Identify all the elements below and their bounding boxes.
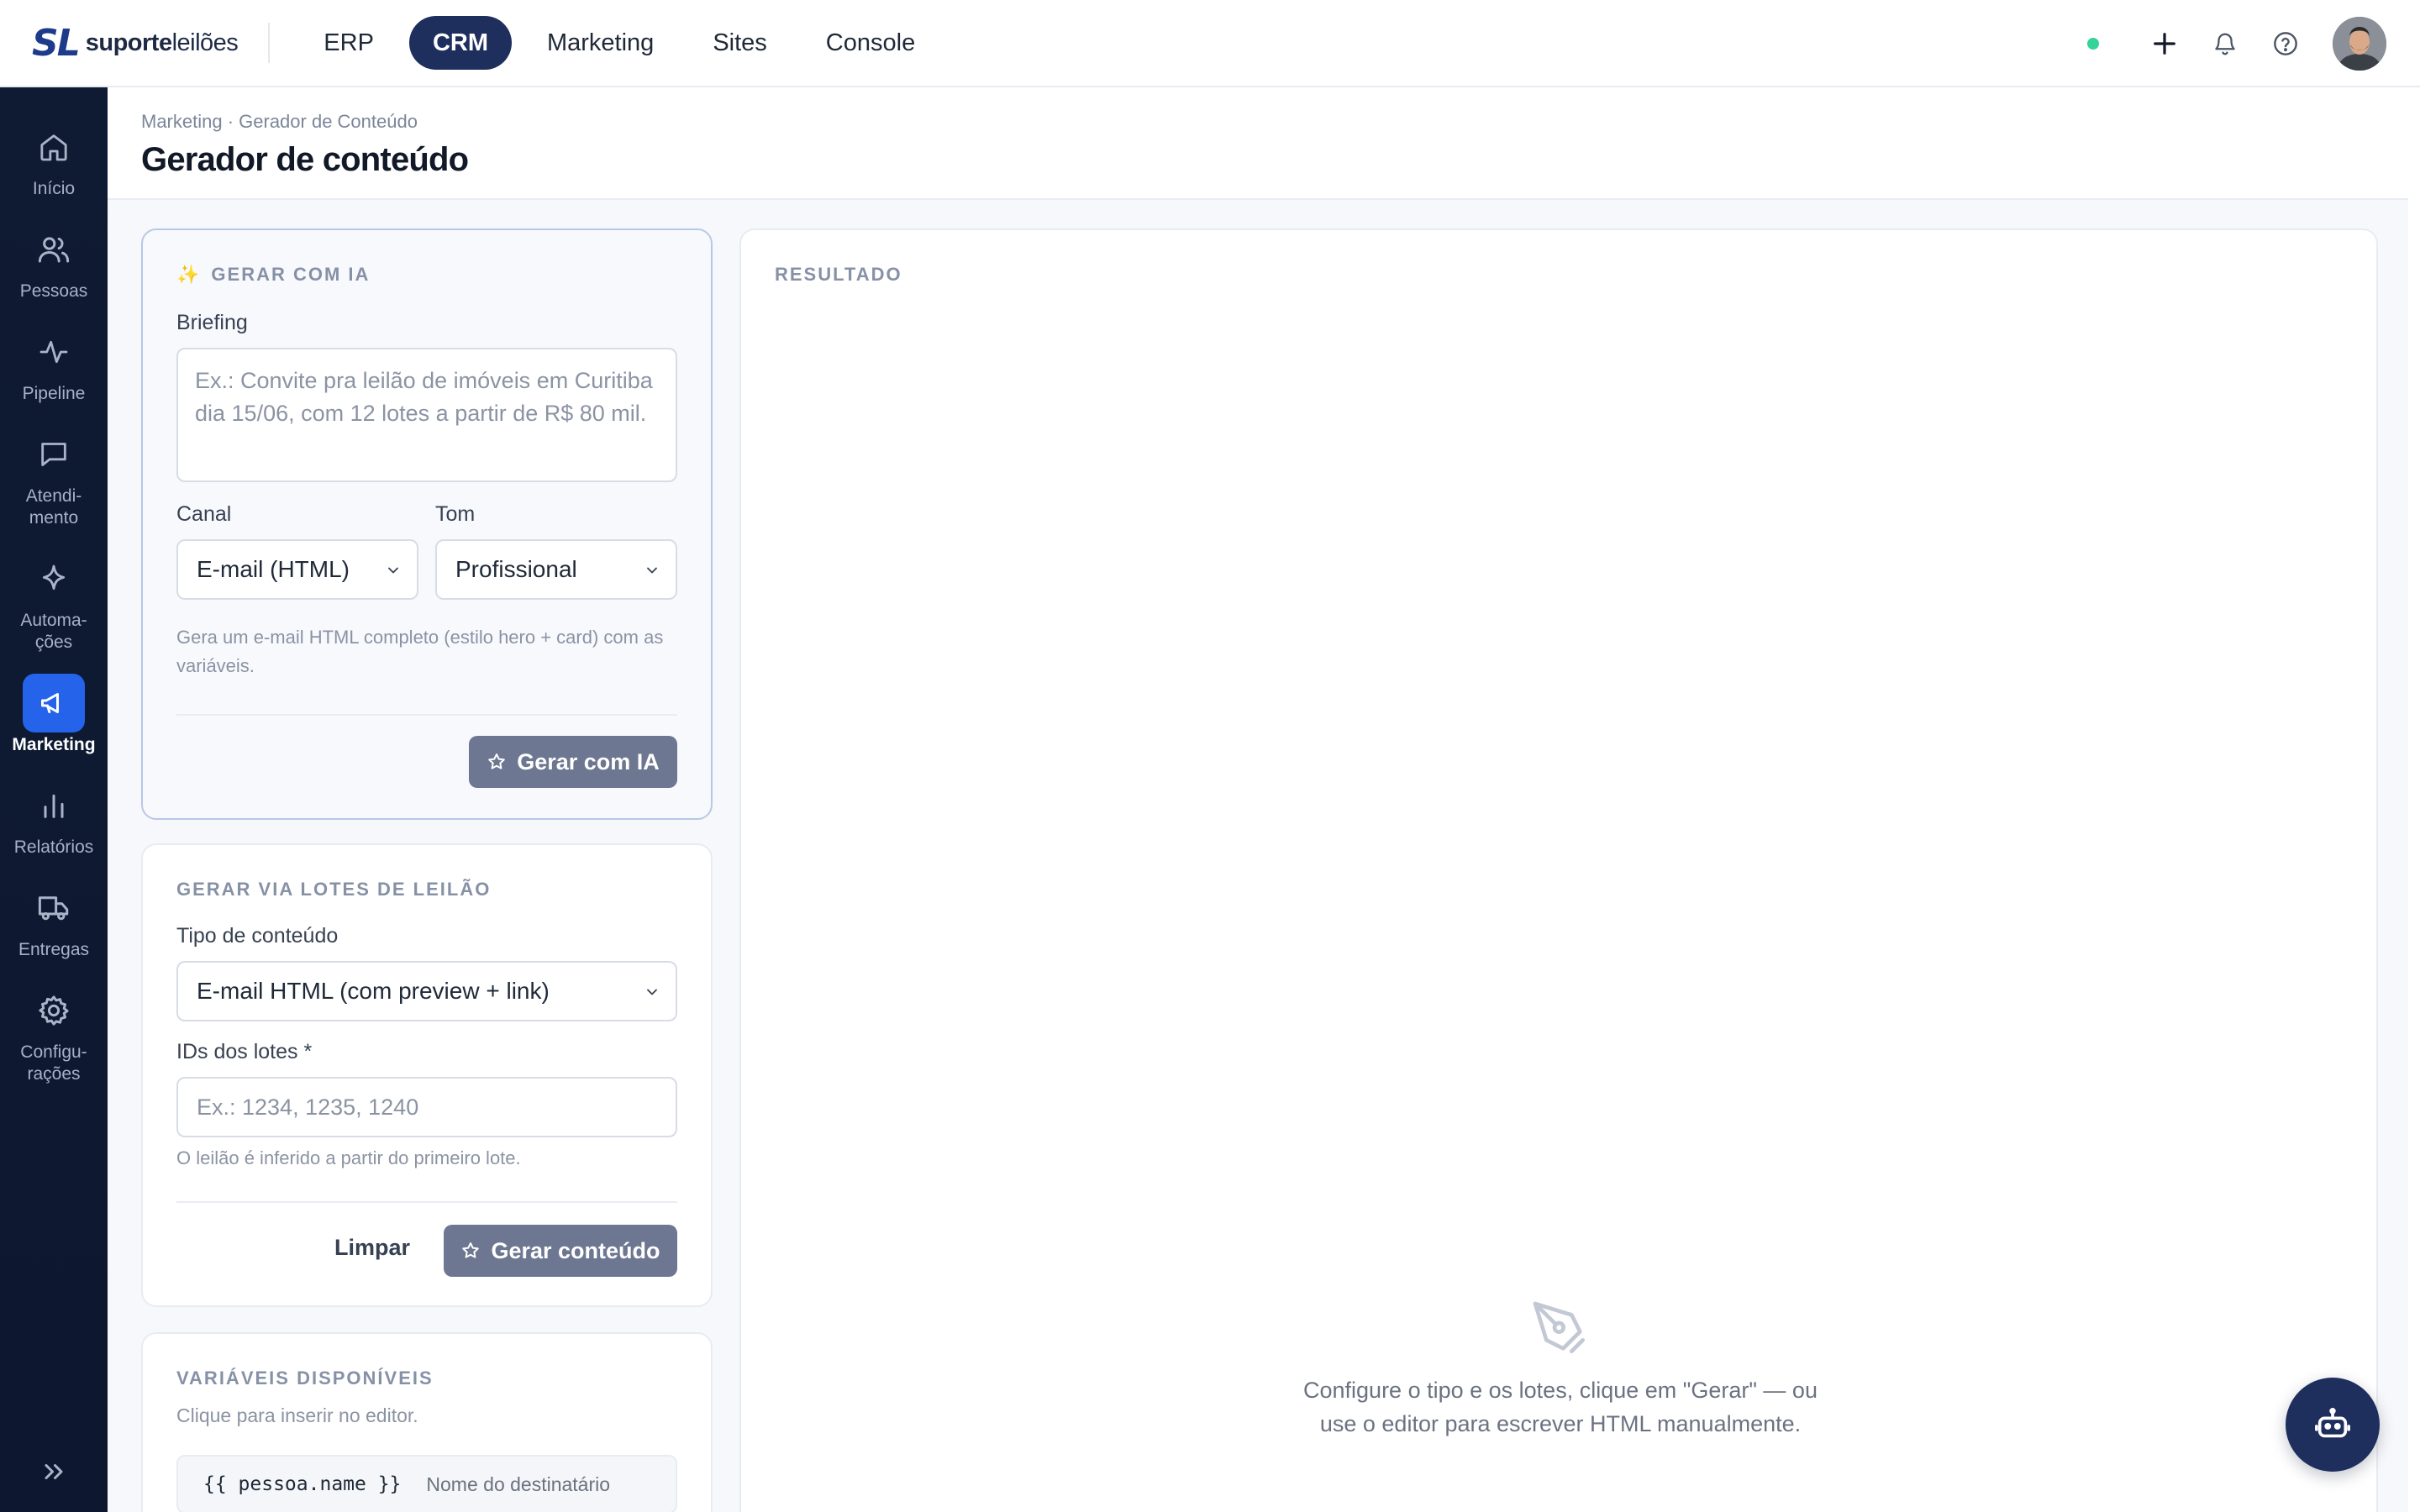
sparkles-icon: ✨ — [176, 264, 202, 285]
top-nav: ERP CRM Marketing Sites Console — [300, 16, 939, 70]
top-divider — [268, 23, 271, 63]
lots-hint: O leilão é inferido a partir do primeiro… — [176, 1147, 521, 1168]
content-type-select[interactable]: E-mail HTML (com preview + link) — [176, 961, 677, 1021]
top-actions — [2087, 0, 2386, 87]
sidebar-item-atendimento[interactable]: Atendi- mento — [0, 425, 108, 529]
sidebar-label: Configu- rações — [20, 1042, 87, 1084]
sparkle-icon — [23, 549, 85, 608]
logo-text: suporteleilões — [85, 29, 239, 56]
tone-label: Tom — [435, 502, 476, 526]
channel-value: E-mail (HTML) — [197, 556, 350, 582]
nav-console[interactable]: Console — [802, 16, 939, 70]
nav-marketing[interactable]: Marketing — [523, 16, 677, 70]
page-header: Marketing · Gerador de Conteúdo Gerador … — [108, 87, 2420, 200]
tone-select[interactable]: Profissional — [435, 539, 677, 600]
sidebar-item-inicio[interactable]: Início — [0, 118, 108, 200]
generate-content-button[interactable]: Gerar conteúdo — [444, 1225, 677, 1277]
assistant-bot-button[interactable] — [2286, 1378, 2380, 1472]
sidebar-item-entregas[interactable]: Entregas — [0, 879, 108, 961]
home-icon — [23, 118, 85, 176]
ai-hint: Gera um e-mail HTML completo (estilo her… — [176, 627, 664, 676]
sidebar-label: Relatórios — [13, 837, 94, 857]
sidebar-label: Atendi- mento — [25, 486, 82, 528]
expand-sidebar-icon[interactable] — [39, 1457, 69, 1487]
content-type-label: Tipo de conteúdo — [176, 924, 339, 948]
variables-subtitle: Clique para inserir no editor. — [176, 1404, 418, 1426]
sidebar-label: Pessoas — [19, 281, 88, 301]
bar-chart-icon — [23, 776, 85, 835]
generate-ai-button[interactable]: Gerar com IA — [469, 736, 677, 788]
channel-label: Canal — [176, 502, 232, 526]
breadcrumb: Marketing · Gerador de Conteúdo — [141, 111, 418, 132]
sidebar-item-relatorios[interactable]: Relatórios — [0, 776, 108, 858]
nav-sites[interactable]: Sites — [689, 16, 790, 70]
sidebar-item-automacoes[interactable]: Automa- ções — [0, 549, 108, 654]
sidebar-item-pipeline[interactable]: Pipeline — [0, 323, 108, 405]
pen-tool-icon — [1533, 1301, 1585, 1353]
variable-row[interactable]: {{ pessoa.name }} Nome do destinatário — [176, 1455, 677, 1512]
truck-icon — [23, 879, 85, 937]
result-panel: RESULTADO Configure o tipo e os lotes, c… — [739, 228, 2378, 1512]
nav-erp[interactable]: ERP — [300, 16, 397, 70]
lots-card-divider — [176, 1201, 677, 1203]
empty-state-line-2: use o editor para escrever HTML manualme… — [1319, 1411, 1802, 1436]
ai-generate-card: ✨ GERAR COM IA Briefing Canal E-mail (HT… — [141, 228, 713, 820]
variable-code: {{ pessoa.name }} — [203, 1473, 402, 1495]
star-icon — [488, 753, 506, 769]
lots-generate-card: GERAR VIA LOTES DE LEILÃO Tipo de conteú… — [141, 843, 713, 1307]
briefing-textarea[interactable] — [176, 348, 677, 482]
sidebar: Início Pessoas Pipeline Atendi- mento Au… — [0, 87, 108, 1512]
page-title: Gerador de conteúdo — [141, 141, 469, 178]
logo-mark: SL — [32, 21, 81, 65]
chevron-down-icon — [647, 989, 657, 995]
lot-ids-input[interactable] — [176, 1077, 677, 1137]
online-status-dot — [2087, 38, 2099, 50]
user-avatar[interactable] — [2333, 17, 2386, 71]
content-type-value: E-mail HTML (com preview + link) — [197, 978, 550, 1004]
sidebar-label: Automa- ções — [20, 611, 87, 652]
gear-icon — [23, 981, 85, 1040]
activity-icon — [23, 323, 85, 381]
sidebar-item-marketing[interactable]: Marketing — [0, 674, 108, 756]
ai-card-title: ✨ GERAR COM IA — [176, 264, 371, 285]
top-bar: SL suporteleilões ERP CRM Marketing Site… — [0, 0, 2420, 87]
megaphone-icon — [23, 674, 85, 732]
ai-card-divider — [176, 714, 677, 716]
page-scrollbar[interactable] — [2408, 87, 2420, 1512]
chevron-down-icon — [388, 567, 398, 574]
chevron-down-icon — [647, 567, 657, 574]
sidebar-label: Pipeline — [22, 384, 86, 403]
star-icon — [462, 1242, 480, 1258]
nav-crm[interactable]: CRM — [408, 16, 512, 70]
brand-logo[interactable]: SL suporteleilões — [32, 0, 239, 87]
sidebar-label: Marketing — [12, 735, 96, 754]
users-icon — [23, 220, 85, 279]
help-icon[interactable] — [2265, 24, 2306, 64]
sidebar-label: Início — [32, 179, 76, 198]
lot-ids-label: IDs dos lotes * — [176, 1040, 313, 1063]
tone-value: Profissional — [455, 556, 577, 582]
variable-description: Nome do destinatário — [426, 1473, 611, 1495]
sidebar-item-configuracoes[interactable]: Configu- rações — [0, 981, 108, 1085]
clear-button[interactable]: Limpar — [334, 1235, 410, 1261]
result-empty-state: Configure o tipo e os lotes, clique em "… — [741, 1295, 2380, 1441]
chat-icon — [23, 425, 85, 484]
variables-card-title: VARIÁVEIS DISPONÍVEIS — [176, 1368, 434, 1389]
sidebar-item-pessoas[interactable]: Pessoas — [0, 220, 108, 302]
bell-icon[interactable] — [2205, 24, 2245, 64]
empty-state-line-1: Configure o tipo e os lotes, clique em "… — [1303, 1378, 1818, 1403]
result-title: RESULTADO — [775, 264, 902, 285]
channel-select[interactable]: E-mail (HTML) — [176, 539, 418, 600]
variables-card: VARIÁVEIS DISPONÍVEIS Clique para inseri… — [141, 1332, 713, 1512]
bot-icon — [2315, 1407, 2350, 1438]
briefing-label: Briefing — [176, 311, 248, 334]
plus-icon[interactable] — [2144, 24, 2185, 64]
sidebar-label: Entregas — [18, 940, 90, 959]
lots-card-title: GERAR VIA LOTES DE LEILÃO — [176, 879, 492, 900]
